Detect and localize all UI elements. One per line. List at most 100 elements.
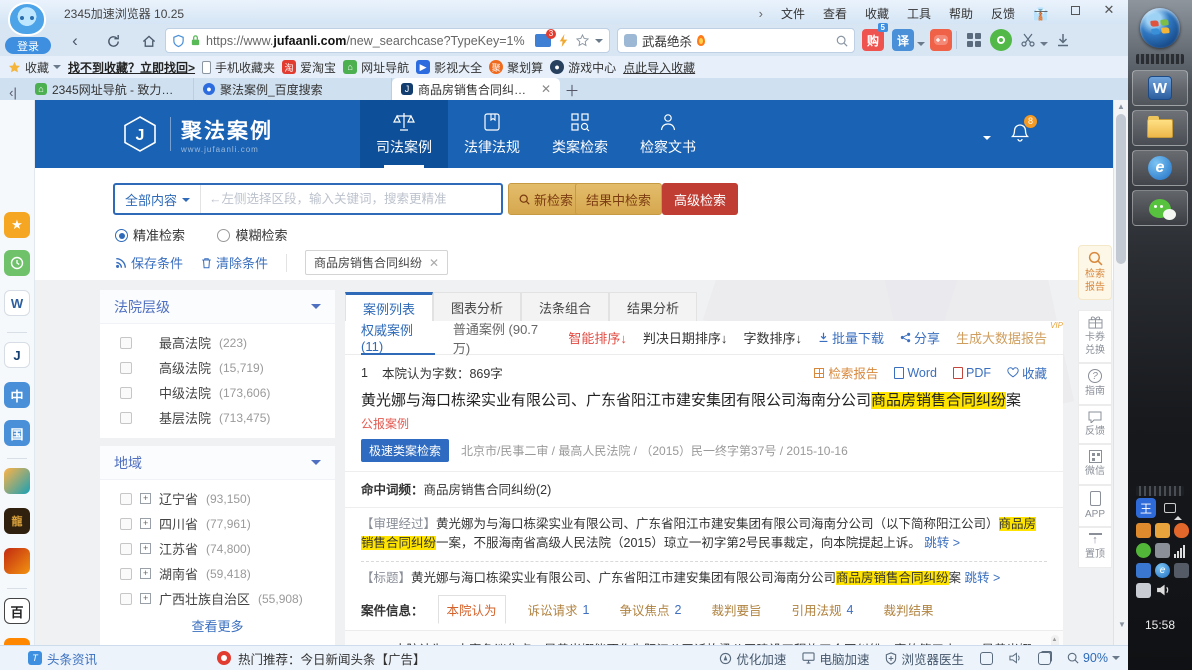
expand-icon[interactable] <box>140 518 151 529</box>
quick-search-box[interactable]: 武磊绝杀 <box>617 28 855 53</box>
case-report-link[interactable]: 检索报告 <box>814 363 878 382</box>
bookmark-mobile[interactable]: 手机收藏夹 <box>202 59 275 76</box>
tab-scroll-left-icon[interactable]: ‹| <box>0 85 26 100</box>
rail-fish-game-icon[interactable] <box>4 468 30 494</box>
smart-sort[interactable]: 智能排序↓ <box>568 328 627 347</box>
rail-tiger-game-icon[interactable] <box>4 548 30 574</box>
quick-similar-search-button[interactable]: 极速类案检索 <box>361 439 450 462</box>
screenshot-camera-icon[interactable] <box>990 29 1012 51</box>
tray-expand-icon[interactable] <box>1174 512 1182 520</box>
shopping-assistant-icon[interactable]: 购 5 <box>862 23 888 51</box>
bookmark-taobao[interactable]: 淘爱淘宝 <box>282 59 336 76</box>
apps-grid-icon[interactable] <box>963 29 985 51</box>
filter-section-header[interactable]: 法院层级 <box>100 290 335 324</box>
taskbar-wechat-button[interactable] <box>1132 190 1188 226</box>
multi-window-icon[interactable] <box>1037 651 1051 665</box>
tag-remove-icon[interactable]: ✕ <box>429 256 439 270</box>
header-dropdown-icon[interactable] <box>983 136 991 144</box>
jump-link[interactable]: 跳转 > <box>924 536 960 550</box>
lightning-icon[interactable] <box>558 34 569 47</box>
bookmark-2345nav[interactable]: ⌂ 网址导航 <box>343 59 409 76</box>
share-button[interactable]: 分享 <box>900 328 940 347</box>
info-tab-claims[interactable]: 诉讼请求 1 <box>520 596 598 623</box>
filter-option[interactable]: 最高法院 (223) <box>100 330 335 355</box>
rail-word-doc-icon[interactable]: W <box>4 290 30 316</box>
search-in-results-button[interactable]: 结果中检索 <box>575 183 663 215</box>
info-tab-cited-laws[interactable]: 引用法规 4 <box>783 596 861 623</box>
windows-start-button[interactable] <box>1140 8 1180 48</box>
rail-dragon-game-icon[interactable]: 龍 <box>4 508 30 534</box>
view-tab-result-analysis[interactable]: 结果分析 <box>609 292 697 322</box>
ordinary-cases-tab[interactable]: 普通案例 (90.7万) <box>453 319 551 357</box>
menu-favorites[interactable]: 收藏 <box>865 5 889 22</box>
info-tab-judgment-result[interactable]: 裁判结果 <box>875 596 941 623</box>
menu-expand-icon[interactable]: › <box>759 6 763 21</box>
taskbar-word-button[interactable]: W <box>1132 70 1188 106</box>
inner-scrollbar[interactable] <box>1051 635 1059 645</box>
filter-tag[interactable]: 商品房销售合同纠纷 ✕ <box>305 250 449 275</box>
precise-radio[interactable]: 精准检索 <box>115 227 185 244</box>
tray-shield-icon[interactable] <box>1174 523 1189 538</box>
tab-close-icon[interactable]: ✕ <box>541 82 551 96</box>
tool-wechat-qr[interactable]: 微信 <box>1078 444 1112 485</box>
filter-option[interactable]: 高级法院 (15,719) <box>100 355 335 380</box>
date-sort[interactable]: 判决日期排序↓ <box>643 328 728 347</box>
maximize-button[interactable] <box>1066 2 1084 18</box>
new-search-button[interactable]: 新检索 <box>508 183 585 215</box>
tool-search-report[interactable]: 检索报告 <box>1078 245 1112 300</box>
mute-icon[interactable] <box>1009 652 1022 664</box>
tray-king-app-icon[interactable]: 王 <box>1136 498 1156 518</box>
rail-history-icon[interactable] <box>4 250 30 276</box>
case-body-preview[interactable]: 本院认为：本案争议焦点一是黄光娜能否作为阳江公司诉栋梁公司建设工程施工合同纠纷一… <box>345 630 1063 645</box>
fuzzy-radio[interactable]: 模糊检索 <box>217 227 287 244</box>
menu-file[interactable]: 文件 <box>781 5 805 22</box>
bookmark-star-icon[interactable] <box>576 34 589 47</box>
tray-monitor-icon[interactable] <box>1174 563 1189 578</box>
favorite-case-link[interactable]: 收藏 <box>1007 363 1047 382</box>
tray-app-icon[interactable] <box>1136 563 1151 578</box>
tool-coupon[interactable]: 卡券兑换 <box>1078 310 1112 363</box>
expand-icon[interactable] <box>140 593 151 604</box>
user-avatar[interactable] <box>8 2 46 36</box>
optimize-accelerate-button[interactable]: 优化加速 <box>719 649 786 668</box>
view-tab-case-list[interactable]: 案例列表 <box>345 292 433 322</box>
expand-icon[interactable] <box>140 493 151 504</box>
clock[interactable]: 15:58 <box>1145 618 1175 632</box>
download-icon[interactable] <box>1052 29 1074 51</box>
reader-extension-icon[interactable] <box>535 29 556 47</box>
tab-baidu-search[interactable]: ● 聚法案例_百度搜索 <box>194 78 392 100</box>
tool-feedback[interactable]: 反馈 <box>1078 404 1112 444</box>
search-icon[interactable] <box>836 35 848 47</box>
filter-option[interactable]: 辽宁省(93,150) <box>100 486 335 511</box>
filter-option[interactable]: 江苏省(74,800) <box>100 536 335 561</box>
game-center-icon[interactable] <box>930 29 952 51</box>
export-word-link[interactable]: Word <box>894 366 937 380</box>
address-dropdown-icon[interactable] <box>595 38 603 47</box>
tray-usb-safe-icon[interactable] <box>1155 543 1170 558</box>
expand-icon[interactable] <box>140 568 151 579</box>
nav-judicial-cases[interactable]: 司法案例 <box>360 100 448 168</box>
bookmark-game-center[interactable]: ● 游戏中心 <box>550 59 616 76</box>
browser-doctor-button[interactable]: 浏览器医生 <box>885 649 964 668</box>
bookmark-recover-link[interactable]: 找不到收藏？立即找回> <box>68 59 195 76</box>
menu-help[interactable]: 帮助 <box>949 5 973 22</box>
back-button[interactable]: ‹ <box>62 30 88 52</box>
tray-folder-icon[interactable] <box>1155 523 1170 538</box>
taskbar-ie-button[interactable]: e <box>1132 150 1188 186</box>
minimize-button[interactable]: — <box>1032 2 1050 18</box>
batch-download-button[interactable]: 批量下载 <box>818 328 884 347</box>
wordcount-sort[interactable]: 字数排序↓ <box>743 328 802 347</box>
scissors-icon[interactable] <box>1017 29 1039 51</box>
zoom-control[interactable]: 90% <box>1067 651 1120 665</box>
info-tab-court-opinion[interactable]: 本院认为 <box>437 595 506 625</box>
keyword-search-input[interactable] <box>201 192 501 206</box>
menu-feedback[interactable]: 反馈 <box>991 5 1015 22</box>
scissors-dropdown-icon[interactable] <box>1040 42 1048 50</box>
tool-app[interactable]: APP <box>1078 484 1112 527</box>
page-scrollbar[interactable]: ▲ ▼ <box>1113 100 1128 645</box>
export-pdf-link[interactable]: PDF <box>952 366 991 380</box>
site-logo[interactable]: J 聚法案例 www.jufaanli.com <box>120 114 273 154</box>
tab-2345-nav[interactable]: ⌂ 2345网址导航 - 致力于打造… <box>26 78 194 100</box>
bookmark-juhuasuan[interactable]: 聚聚划算 <box>489 59 543 76</box>
info-tab-dispute-focus[interactable]: 争议焦点 2 <box>612 596 690 623</box>
